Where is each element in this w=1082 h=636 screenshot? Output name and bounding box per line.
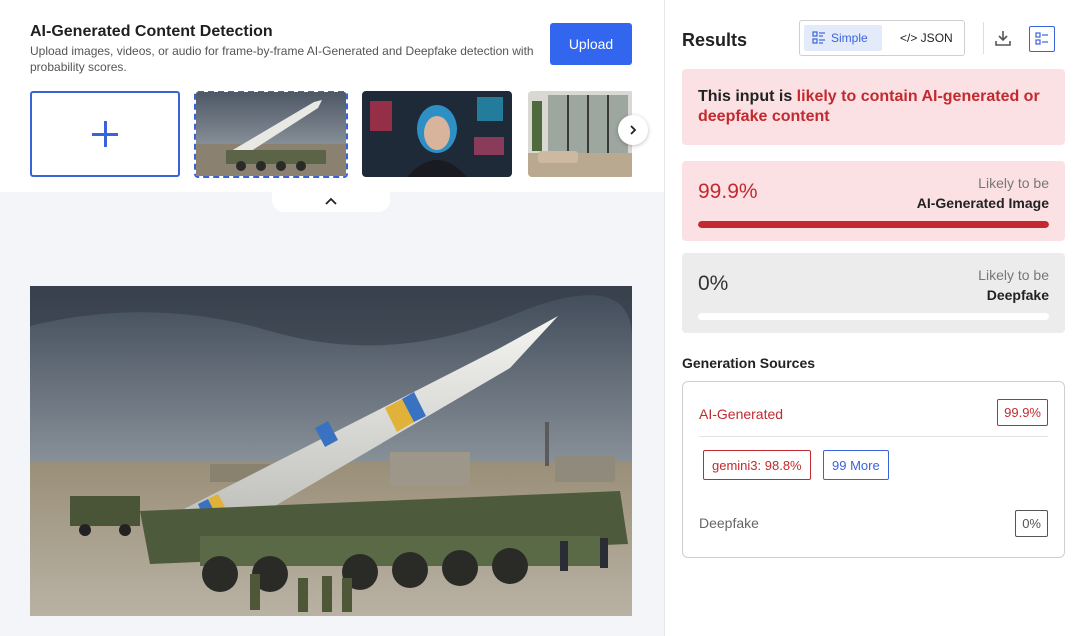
verdict-banner: This input is likely to contain AI-gener… bbox=[682, 69, 1065, 145]
ai-score-label-bottom: AI-Generated Image bbox=[916, 195, 1049, 211]
upload-header: AI-Generated Content Detection Upload im… bbox=[0, 0, 664, 192]
plus-icon bbox=[92, 121, 118, 147]
details-list-icon bbox=[1035, 32, 1048, 45]
json-view-button[interactable]: </> JSON bbox=[892, 25, 962, 51]
missile-thumbnail-image bbox=[196, 92, 346, 176]
ai-score-card: 99.9% Likely to be AI-Generated Image bbox=[682, 161, 1065, 241]
interior-thumbnail-image bbox=[528, 91, 632, 177]
deepfake-source-badge: 0% bbox=[1015, 510, 1048, 537]
generation-sources-panel: AI-Generated 99.9% gemini3: 98.8% 99 Mor… bbox=[682, 381, 1065, 558]
deepfake-score-label-top: Likely to be bbox=[978, 267, 1049, 283]
deepfake-score-percent: 0% bbox=[698, 272, 729, 295]
thumbnail-missile[interactable] bbox=[194, 91, 348, 178]
details-toggle-button[interactable] bbox=[1029, 26, 1055, 52]
upload-button[interactable]: Upload bbox=[550, 23, 632, 65]
page-subtitle: Upload images, videos, or audio for fram… bbox=[30, 44, 534, 74]
ai-generated-label: AI-Generated bbox=[699, 406, 784, 422]
generation-sources-title: Generation Sources bbox=[682, 355, 816, 371]
missile-preview-image bbox=[30, 286, 632, 616]
chevron-right-icon bbox=[630, 125, 637, 135]
simple-view-label: Simple bbox=[831, 31, 868, 45]
thumbnail-strip bbox=[30, 91, 632, 178]
ai-score-bar-fill bbox=[698, 221, 1049, 228]
add-media-button[interactable] bbox=[30, 91, 180, 177]
toolbar-divider bbox=[983, 22, 984, 54]
ai-score-label-top: Likely to be bbox=[978, 175, 1049, 191]
main-preview-image bbox=[30, 286, 632, 616]
thumbnail-interior[interactable] bbox=[528, 91, 632, 177]
chevron-up-icon bbox=[325, 197, 337, 205]
simple-view-button[interactable]: Simple bbox=[804, 25, 882, 51]
ai-score-bar bbox=[698, 221, 1049, 228]
results-title: Results bbox=[682, 30, 748, 50]
more-models-chip[interactable]: 99 More bbox=[823, 450, 889, 480]
thumbnail-portrait[interactable] bbox=[362, 91, 512, 177]
deepfake-score-label-bottom: Deepfake bbox=[986, 287, 1049, 303]
deepfake-score-card: 0% Likely to be Deepfake bbox=[682, 253, 1065, 333]
ai-generated-badge: 99.9% bbox=[997, 399, 1048, 426]
sources-divider bbox=[699, 436, 1048, 437]
page-title: AI-Generated Content Detection bbox=[30, 23, 273, 40]
results-pane: Results Simple </> JSON This input is li… bbox=[664, 0, 1082, 636]
download-icon[interactable] bbox=[993, 28, 1013, 48]
deepfake-source-label: Deepfake bbox=[699, 515, 759, 531]
list-view-icon bbox=[812, 31, 825, 44]
next-thumbnails-button[interactable] bbox=[618, 115, 648, 145]
view-toggle: Simple </> JSON bbox=[799, 20, 965, 56]
portrait-thumbnail-image bbox=[362, 91, 512, 177]
collapse-thumbnails-button[interactable] bbox=[272, 190, 390, 212]
ai-score-percent: 99.9% bbox=[698, 180, 758, 203]
verdict-prefix: This input is bbox=[698, 88, 797, 105]
left-pane: AI-Generated Content Detection Upload im… bbox=[0, 0, 664, 636]
json-view-label: </> JSON bbox=[900, 31, 953, 45]
deepfake-score-bar bbox=[698, 313, 1049, 320]
model-chip-gemini3[interactable]: gemini3: 98.8% bbox=[703, 450, 811, 480]
